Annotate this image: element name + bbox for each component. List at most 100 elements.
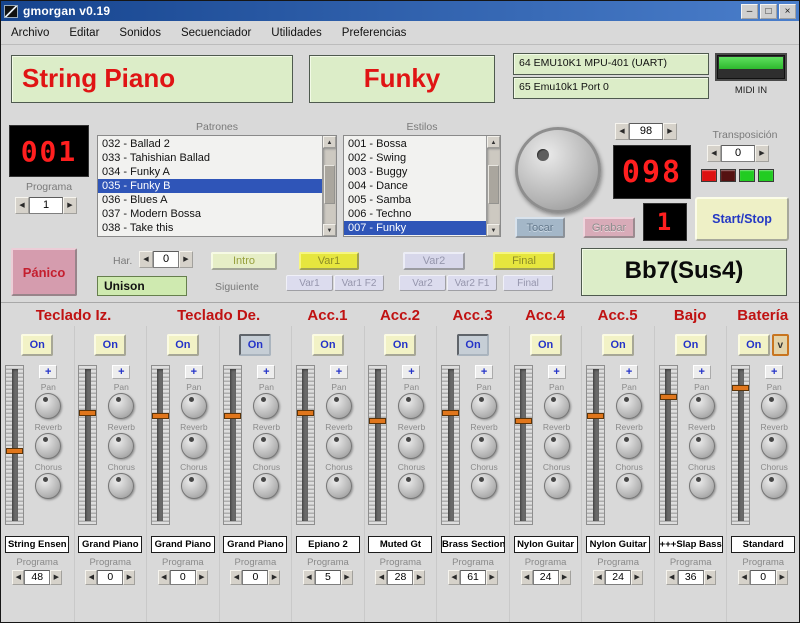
spin-right-icon[interactable]: ▶ bbox=[179, 251, 193, 268]
spin-left-icon[interactable]: ◀ bbox=[139, 251, 153, 268]
pan-knob[interactable] bbox=[108, 393, 134, 419]
menu-item[interactable]: Sonidos bbox=[119, 27, 161, 39]
instrument-name-display[interactable]: Standard bbox=[731, 536, 795, 553]
list-item[interactable]: 037 - Modern Bossa bbox=[98, 207, 322, 221]
volume-knob[interactable] bbox=[515, 127, 601, 213]
spin-left-icon[interactable]: ◀ bbox=[375, 570, 387, 585]
volume-fader[interactable] bbox=[296, 365, 315, 525]
chorus-knob[interactable] bbox=[544, 473, 570, 499]
spin-right-icon[interactable]: ▶ bbox=[50, 570, 62, 585]
scrollbar[interactable]: ▲ ▼ bbox=[322, 136, 336, 236]
reverb-knob[interactable] bbox=[35, 433, 61, 459]
spin-right-icon[interactable]: ▶ bbox=[196, 570, 208, 585]
list-item[interactable]: 001 - Bossa bbox=[344, 137, 486, 151]
styles-list[interactable]: 001 - Bossa 002 - Swing 003 - Buggy 004 … bbox=[344, 136, 486, 236]
pan-knob[interactable] bbox=[761, 393, 787, 419]
channel-on-button[interactable]: On bbox=[239, 334, 271, 356]
reverb-knob[interactable] bbox=[689, 433, 715, 459]
pan-knob[interactable] bbox=[398, 393, 424, 419]
next-var1-button[interactable]: Var1 bbox=[286, 275, 333, 291]
fader-handle[interactable] bbox=[224, 413, 241, 419]
program-value[interactable]: 0 bbox=[750, 570, 776, 585]
fader-handle[interactable] bbox=[152, 413, 169, 419]
next-var2-f1-button[interactable]: Var2 F1 bbox=[447, 275, 497, 291]
fader-handle[interactable] bbox=[442, 410, 459, 416]
list-item[interactable]: 002 - Swing bbox=[344, 151, 486, 165]
spin-right-icon[interactable]: ▶ bbox=[663, 123, 677, 140]
var1-button[interactable]: Var1 bbox=[299, 252, 359, 270]
volume-fader[interactable] bbox=[151, 365, 170, 525]
plus-button[interactable]: + bbox=[330, 365, 348, 379]
channel-on-button[interactable]: On bbox=[94, 334, 126, 356]
chorus-knob[interactable] bbox=[689, 473, 715, 499]
spin-left-icon[interactable]: ◀ bbox=[707, 145, 721, 162]
channel-on-button[interactable]: On bbox=[167, 334, 199, 356]
channel-on-button[interactable]: On bbox=[530, 334, 562, 356]
instrument-name-display[interactable]: +++Slap Bass bbox=[659, 536, 723, 553]
panic-button[interactable]: Pánico bbox=[11, 248, 77, 296]
scroll-down-icon[interactable]: ▼ bbox=[323, 224, 336, 236]
maximize-button[interactable]: □ bbox=[760, 4, 777, 19]
spin-right-icon[interactable]: ▶ bbox=[413, 570, 425, 585]
harmony-value[interactable]: 0 bbox=[153, 251, 179, 268]
scroll-up-icon[interactable]: ▲ bbox=[323, 136, 336, 148]
menu-item[interactable]: Preferencias bbox=[342, 27, 407, 39]
fader-handle[interactable] bbox=[79, 410, 96, 416]
pan-knob[interactable] bbox=[253, 393, 279, 419]
plus-button[interactable]: + bbox=[765, 365, 783, 379]
instrument-name-display[interactable]: Grand Piano bbox=[151, 536, 215, 553]
spin-right-icon[interactable]: ▶ bbox=[268, 570, 280, 585]
volume-fader[interactable] bbox=[223, 365, 242, 525]
program-value[interactable]: 24 bbox=[533, 570, 559, 585]
list-item[interactable]: 032 - Ballad 2 bbox=[98, 137, 322, 151]
list-item[interactable]: 035 - Funky B bbox=[98, 179, 322, 193]
chorus-knob[interactable] bbox=[616, 473, 642, 499]
record-button[interactable]: Grabar bbox=[583, 217, 635, 238]
chorus-knob[interactable] bbox=[108, 473, 134, 499]
plus-button[interactable]: + bbox=[693, 365, 711, 379]
spin-right-icon[interactable]: ▶ bbox=[486, 570, 498, 585]
volume-fader[interactable] bbox=[514, 365, 533, 525]
list-item[interactable]: 007 - Funky bbox=[344, 221, 486, 235]
plus-button[interactable]: + bbox=[620, 365, 638, 379]
chorus-knob[interactable] bbox=[253, 473, 279, 499]
spin-left-icon[interactable]: ◀ bbox=[615, 123, 629, 140]
instrument-name-display[interactable]: Grand Piano bbox=[78, 536, 142, 553]
pan-knob[interactable] bbox=[35, 393, 61, 419]
list-item[interactable]: 006 - Techno bbox=[344, 207, 486, 221]
chorus-knob[interactable] bbox=[761, 473, 787, 499]
spin-left-icon[interactable]: ◀ bbox=[448, 570, 460, 585]
program-value[interactable]: 48 bbox=[24, 570, 50, 585]
chorus-knob[interactable] bbox=[181, 473, 207, 499]
reverb-knob[interactable] bbox=[398, 433, 424, 459]
plus-button[interactable]: + bbox=[39, 365, 57, 379]
scrollbar-track[interactable] bbox=[487, 148, 500, 224]
spin-left-icon[interactable]: ◀ bbox=[738, 570, 750, 585]
menu-item[interactable]: Secuenciador bbox=[181, 27, 251, 39]
instrument-name-display[interactable]: Nylon Guitar bbox=[514, 536, 578, 553]
reverb-knob[interactable] bbox=[108, 433, 134, 459]
volume-fader[interactable] bbox=[368, 365, 387, 525]
instrument-name-display[interactable]: Muted Gt bbox=[368, 536, 432, 553]
pan-knob[interactable] bbox=[544, 393, 570, 419]
spin-right-icon[interactable]: ▶ bbox=[559, 570, 571, 585]
volume-fader[interactable] bbox=[586, 365, 605, 525]
spin-right-icon[interactable]: ▶ bbox=[776, 570, 788, 585]
minimize-button[interactable]: – bbox=[741, 4, 758, 19]
program-value[interactable]: 61 bbox=[460, 570, 486, 585]
program-value[interactable]: 28 bbox=[387, 570, 413, 585]
start-stop-button[interactable]: Start/Stop bbox=[695, 197, 789, 241]
volume-fader[interactable] bbox=[659, 365, 678, 525]
instrument-name-display[interactable]: Brass Section bbox=[441, 536, 505, 553]
plus-button[interactable]: + bbox=[112, 365, 130, 379]
channel-on-button[interactable]: On bbox=[675, 334, 707, 356]
channel-on-button[interactable]: On bbox=[312, 334, 344, 356]
plus-button[interactable]: + bbox=[185, 365, 203, 379]
instrument-name-display[interactable]: Epiano 2 bbox=[296, 536, 360, 553]
fader-handle[interactable] bbox=[297, 410, 314, 416]
instrument-name-display[interactable]: Grand Piano bbox=[223, 536, 287, 553]
spin-right-icon[interactable]: ▶ bbox=[755, 145, 769, 162]
spin-left-icon[interactable]: ◀ bbox=[85, 570, 97, 585]
reverb-knob[interactable] bbox=[181, 433, 207, 459]
program-value[interactable]: 36 bbox=[678, 570, 704, 585]
